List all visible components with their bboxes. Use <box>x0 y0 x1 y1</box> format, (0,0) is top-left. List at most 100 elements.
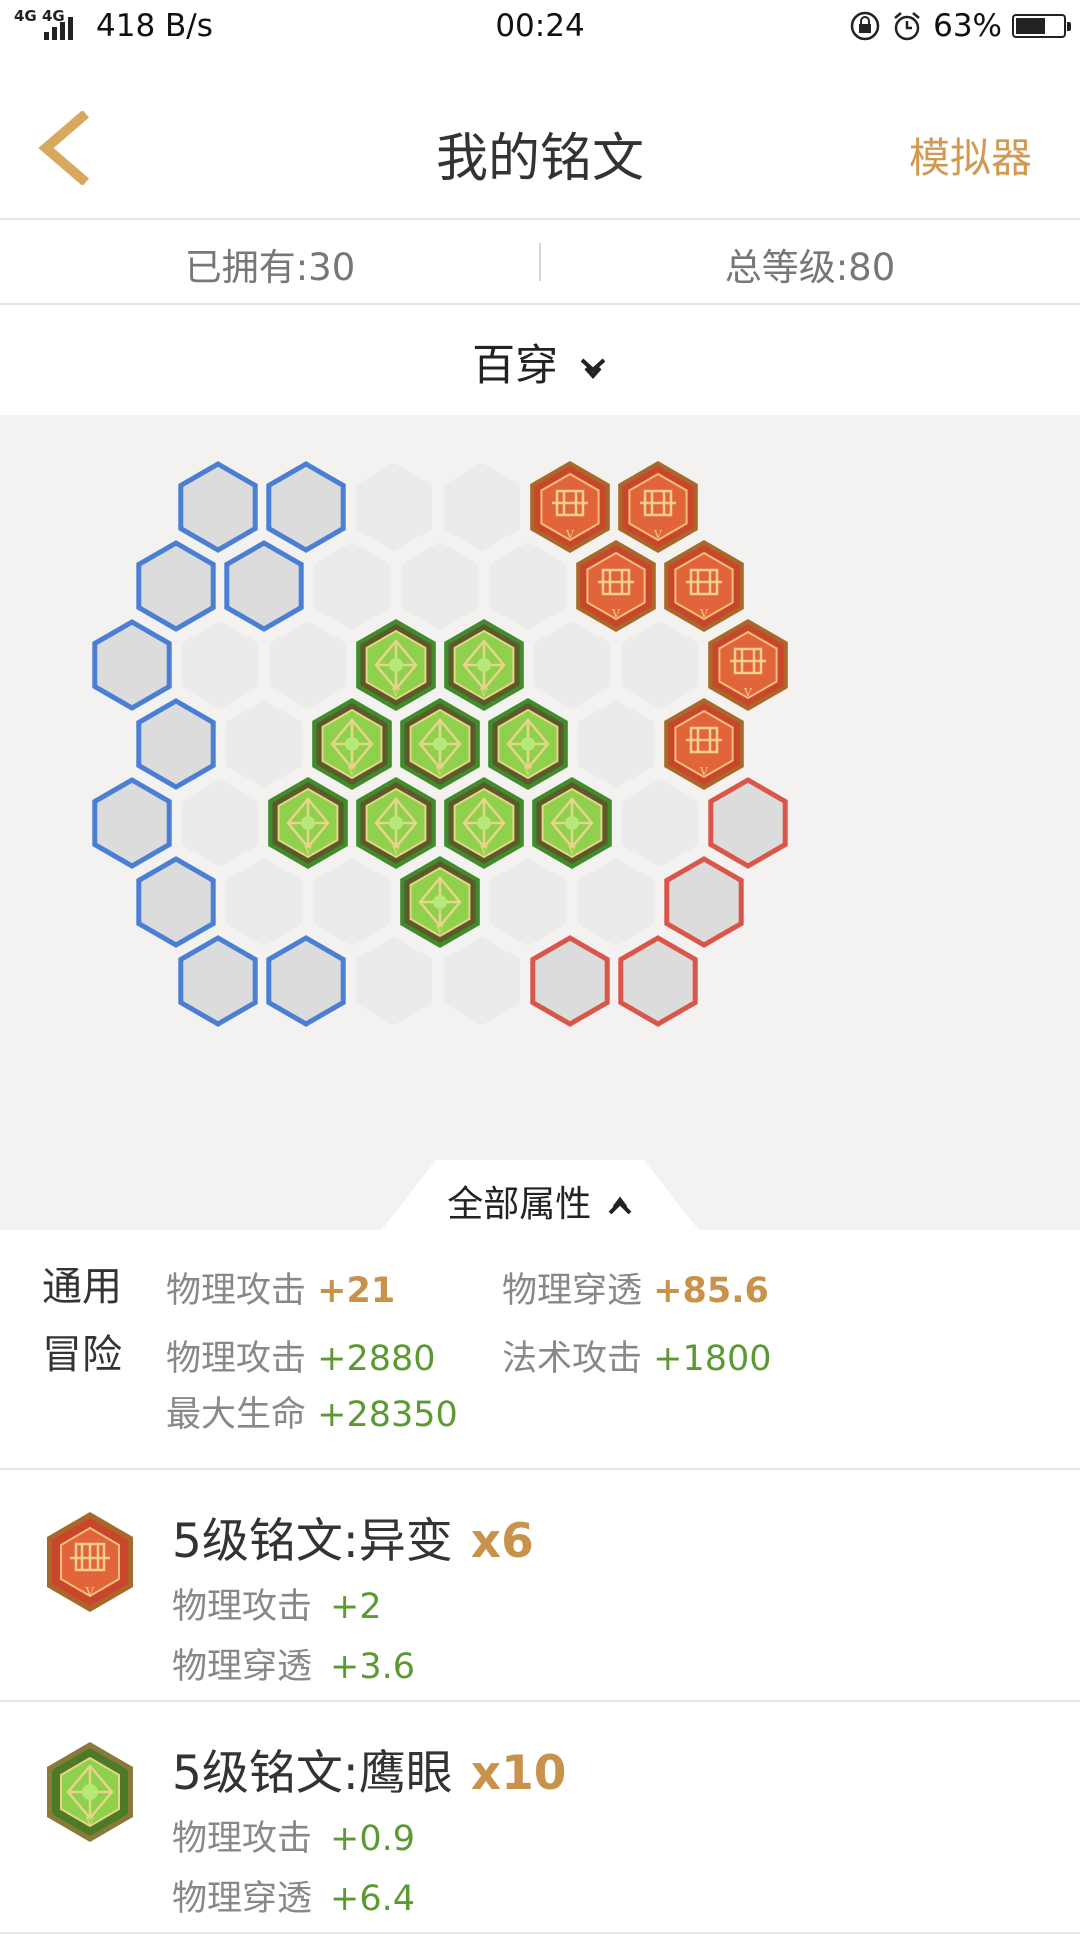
svg-text:V: V <box>479 844 489 857</box>
green-rune-icon[interactable]: V <box>400 698 480 790</box>
stats-row: 已拥有:30 总等级:80 <box>0 219 1080 305</box>
blue-rune-slot[interactable] <box>136 698 216 790</box>
attributes-panel: 通用 冒险 物理攻击 +21 物理穿透 +85.6 物理攻击 +2880 法术攻… <box>0 1232 1080 1470</box>
green-rune-icon[interactable]: V <box>268 777 348 869</box>
svg-text:V: V <box>743 686 753 699</box>
red-rune-icon[interactable]: V <box>664 698 744 790</box>
rune-stat: 物理穿透 +3.6 <box>172 1647 416 1687</box>
rune-page-name: 百穿 <box>472 341 559 391</box>
rune-page-dropdown[interactable]: 百穿 <box>0 331 1080 393</box>
status-bar: 4G 4G 418 B/s 00:24 63% <box>0 0 1080 56</box>
green-rune-icon[interactable]: V <box>532 777 612 869</box>
svg-text:V: V <box>435 765 445 778</box>
red-rune-icon[interactable]: V <box>664 540 744 632</box>
svg-text:V: V <box>523 765 533 778</box>
svg-text:V: V <box>565 528 575 541</box>
blue-rune-slot[interactable] <box>178 935 258 1027</box>
all-attributes-tab[interactable]: 全部属性 <box>0 1175 1080 1227</box>
empty-slot <box>621 779 699 867</box>
red-rune-slot[interactable] <box>708 777 788 869</box>
green-rune-icon[interactable]: V <box>444 619 524 711</box>
svg-text:V: V <box>653 528 663 541</box>
empty-slot <box>181 779 259 867</box>
green-rune-icon[interactable]: V <box>444 777 524 869</box>
rune-board-grid: V V V V V V V V V V V V V V V V <box>92 461 788 1027</box>
red-rune-icon[interactable]: V <box>618 461 698 553</box>
general-attr-1: 物理攻击 +21 <box>166 1271 396 1311</box>
red-rune-icon[interactable]: V <box>530 461 610 553</box>
green-rune-icon[interactable]: V <box>356 777 436 869</box>
empty-slot <box>313 858 391 946</box>
total-level: 总等级:80 <box>724 246 896 289</box>
rune-stat: 物理穿透 +6.4 <box>172 1879 416 1919</box>
rune-page-selector[interactable]: 百穿 <box>0 305 1080 415</box>
svg-text:V: V <box>567 844 577 857</box>
all-attributes-label: 全部属性 <box>447 1184 592 1225</box>
empty-slot <box>313 542 391 630</box>
battery-percent: 63% <box>933 8 1002 44</box>
rune-stat: 物理攻击 +2 <box>172 1587 382 1627</box>
empty-slot <box>577 858 655 946</box>
green-rune-icon: V <box>47 1742 133 1842</box>
owned-count: 已拥有:30 <box>184 246 356 289</box>
chevron-down-icon <box>580 358 606 379</box>
svg-text:V: V <box>303 844 313 857</box>
empty-slot <box>225 700 303 788</box>
rune-list-item[interactable]: V 5级铭文:异变 x6 物理攻击 +2 物理穿透 +3.6 <box>0 1470 1080 1702</box>
svg-text:V: V <box>435 923 445 936</box>
empty-slot <box>533 621 611 709</box>
adventure-attr-1: 物理攻击 +2880 <box>166 1339 436 1379</box>
empty-slot <box>225 858 303 946</box>
blue-rune-slot[interactable] <box>92 619 172 711</box>
svg-text:V: V <box>611 607 621 620</box>
empty-slot <box>355 463 433 551</box>
blue-rune-slot[interactable] <box>266 461 346 553</box>
rune-stat: 物理攻击 +0.9 <box>172 1819 416 1859</box>
blue-rune-slot[interactable] <box>136 856 216 948</box>
blue-rune-slot[interactable] <box>224 540 304 632</box>
red-rune-icon[interactable]: V <box>576 540 656 632</box>
empty-slot <box>181 621 259 709</box>
svg-text:V: V <box>85 1585 95 1599</box>
blue-rune-slot[interactable] <box>92 777 172 869</box>
empty-slot <box>621 621 699 709</box>
chevron-up-icon <box>608 1196 632 1215</box>
blue-rune-slot[interactable] <box>136 540 216 632</box>
empty-slot <box>443 937 521 1025</box>
red-rune-slot[interactable] <box>530 935 610 1027</box>
empty-slot <box>489 858 567 946</box>
alarm-icon <box>894 12 920 41</box>
green-rune-icon[interactable]: V <box>400 856 480 948</box>
general-attr-2: 物理穿透 +85.6 <box>502 1271 769 1311</box>
green-rune-icon[interactable]: V <box>488 698 568 790</box>
empty-slot <box>401 542 479 630</box>
rune-list-item[interactable]: V 5级铭文:鹰眼 x10 物理攻击 +0.9 物理穿透 +6.4 <box>0 1702 1080 1934</box>
simulator-button[interactable]: 模拟器 <box>909 124 1032 184</box>
red-rune-icon[interactable]: V <box>708 619 788 711</box>
rune-title: 5级铭文:异变 x6 <box>172 1514 534 1569</box>
empty-slot <box>577 700 655 788</box>
svg-text:V: V <box>391 844 401 857</box>
green-rune-icon[interactable]: V <box>356 619 436 711</box>
red-rune-slot[interactable] <box>664 856 744 948</box>
blue-rune-slot[interactable] <box>266 935 346 1027</box>
empty-slot <box>355 937 433 1025</box>
battery-icon <box>1012 14 1071 38</box>
svg-text:V: V <box>479 686 489 699</box>
rotation-lock-icon <box>850 11 880 41</box>
svg-text:V: V <box>85 1815 95 1829</box>
adventure-label: 冒险 <box>42 1332 122 1378</box>
svg-text:V: V <box>391 686 401 699</box>
header: 我的铭文 模拟器 <box>0 56 1080 220</box>
rune-board: V V V V V V V V V V V V V V V V <box>0 415 1080 1230</box>
svg-text:V: V <box>699 765 709 778</box>
blue-rune-slot[interactable] <box>178 461 258 553</box>
green-rune-icon[interactable]: V <box>312 698 392 790</box>
red-rune-icon: V <box>47 1512 133 1612</box>
adventure-attr-3: 最大生命 +28350 <box>166 1395 458 1435</box>
svg-text:V: V <box>699 607 709 620</box>
red-rune-slot[interactable] <box>618 935 698 1027</box>
adventure-attr-2: 法术攻击 +1800 <box>502 1339 772 1379</box>
empty-slot <box>269 621 347 709</box>
battery-level <box>1016 18 1045 34</box>
